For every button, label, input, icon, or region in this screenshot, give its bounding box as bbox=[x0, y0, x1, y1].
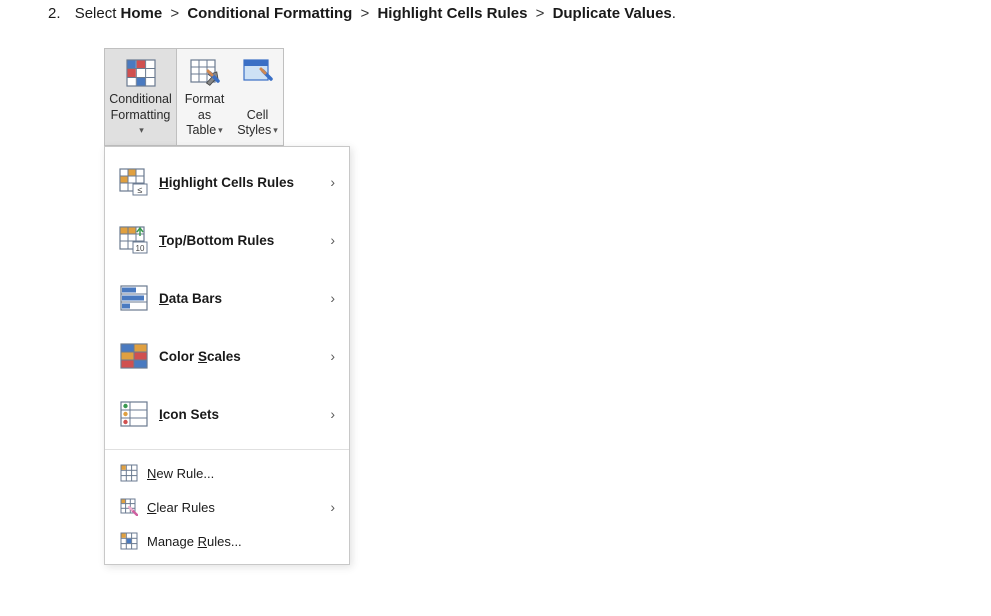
format-as-table-button[interactable]: Format as Table▾ bbox=[177, 49, 233, 145]
chevron-right-icon: › bbox=[330, 499, 335, 515]
manage-rules-icon bbox=[119, 531, 139, 551]
path-sep: > bbox=[536, 5, 545, 22]
chevron-right-icon: › bbox=[330, 174, 335, 190]
svg-text:10: 10 bbox=[136, 244, 145, 253]
conditional-formatting-dropdown: ≤ Highlight Cells Rules › 10 Top/Bottom … bbox=[104, 146, 350, 565]
highlight-cells-rules-icon: ≤ bbox=[119, 167, 149, 197]
conditional-label-1: Conditional bbox=[109, 92, 172, 106]
menu-top-bottom-rules[interactable]: 10 Top/Bottom Rules › bbox=[105, 211, 349, 269]
format-table-label-2: Table bbox=[186, 123, 216, 137]
menu-label: Highlight Cells Rules bbox=[159, 175, 294, 190]
chevron-right-icon: › bbox=[330, 348, 335, 364]
path-highlight: Highlight Cells Rules bbox=[377, 5, 527, 22]
menu-new-rule[interactable]: New Rule... bbox=[105, 456, 349, 490]
svg-text:≤: ≤ bbox=[138, 185, 143, 195]
instruction-line: 2. Select Home > Conditional Formatting … bbox=[48, 5, 676, 22]
path-cond-format: Conditional Formatting bbox=[187, 5, 352, 22]
cell-styles-label-2: Styles bbox=[237, 123, 271, 137]
menu-label: Manage Rules... bbox=[147, 534, 242, 549]
path-sep: > bbox=[170, 5, 179, 22]
menu-icon-sets[interactable]: Icon Sets › bbox=[105, 385, 349, 443]
cell-styles-label-1: Cell bbox=[247, 108, 269, 122]
conditional-formatting-icon bbox=[126, 59, 156, 87]
chevron-down-icon: ▾ bbox=[218, 125, 223, 136]
cell-styles-icon bbox=[243, 59, 273, 87]
path-sep: > bbox=[361, 5, 370, 22]
menu-highlight-cells-rules[interactable]: ≤ Highlight Cells Rules › bbox=[105, 153, 349, 211]
cell-styles-button[interactable]: Cell Styles▾ bbox=[233, 49, 283, 145]
chevron-right-icon: › bbox=[330, 232, 335, 248]
format-as-table-icon bbox=[190, 59, 220, 87]
format-table-label-1: Format as bbox=[185, 92, 225, 122]
conditional-label-2: Formatting bbox=[111, 108, 171, 122]
chevron-down-icon: ▾ bbox=[139, 125, 144, 136]
menu-separator bbox=[105, 449, 349, 450]
menu-label: New Rule... bbox=[147, 466, 214, 481]
step-number: 2. bbox=[48, 5, 61, 22]
chevron-right-icon: › bbox=[330, 290, 335, 306]
color-scales-icon bbox=[119, 341, 149, 371]
ribbon-styles-group: Conditional Formatting ▾ bbox=[104, 48, 284, 146]
menu-manage-rules[interactable]: Manage Rules... bbox=[105, 524, 349, 558]
icon-sets-icon bbox=[119, 399, 149, 429]
menu-color-scales[interactable]: Color Scales › bbox=[105, 327, 349, 385]
path-home: Home bbox=[121, 5, 163, 22]
data-bars-icon bbox=[119, 283, 149, 313]
menu-label: Top/Bottom Rules bbox=[159, 233, 274, 248]
menu-label: Data Bars bbox=[159, 291, 222, 306]
path-duplicate: Duplicate Values bbox=[553, 5, 672, 22]
chevron-right-icon: › bbox=[330, 406, 335, 422]
chevron-down-icon: ▾ bbox=[273, 125, 278, 136]
top-bottom-rules-icon: 10 bbox=[119, 225, 149, 255]
instruction-prefix: Select bbox=[75, 5, 121, 22]
instruction-suffix: . bbox=[672, 5, 676, 22]
menu-clear-rules[interactable]: Clear Rules › bbox=[105, 490, 349, 524]
menu-label: Color Scales bbox=[159, 349, 241, 364]
menu-data-bars[interactable]: Data Bars › bbox=[105, 269, 349, 327]
clear-rules-icon bbox=[119, 497, 139, 517]
menu-label: Icon Sets bbox=[159, 407, 219, 422]
new-rule-icon bbox=[119, 463, 139, 483]
menu-label: Clear Rules bbox=[147, 500, 215, 515]
conditional-formatting-button[interactable]: Conditional Formatting ▾ bbox=[105, 49, 177, 145]
